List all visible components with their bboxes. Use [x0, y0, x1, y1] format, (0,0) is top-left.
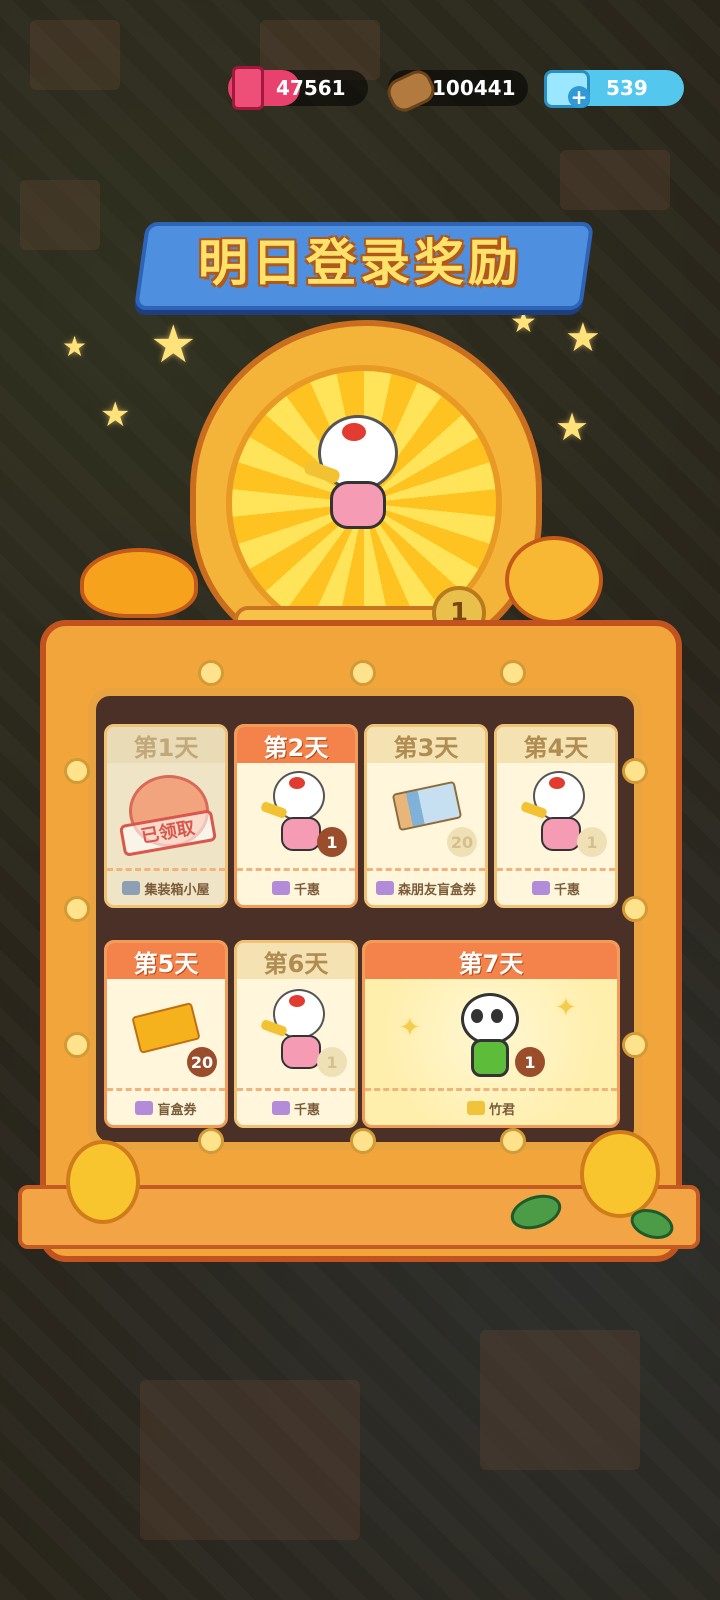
day-label: 第3天 [367, 727, 485, 763]
day-label: 第4天 [497, 727, 615, 763]
star-icon: ★ [100, 395, 131, 435]
wood-currency[interactable]: 100441 [382, 65, 528, 117]
star-icon: ★ [555, 405, 590, 449]
crown-icon [271, 881, 290, 895]
star-icon: ★ [510, 305, 537, 340]
crown-icon [122, 881, 141, 895]
blind-box-ticket-icon [131, 1002, 201, 1054]
day-label: 第1天 [107, 727, 225, 763]
chick-mascot-icon [66, 1140, 140, 1224]
crown-icon [135, 1101, 154, 1115]
day-card-3[interactable]: 第3天 20 森朋友盲盒券 [364, 724, 488, 908]
day-label: 第5天 [107, 943, 225, 979]
crown-icon [375, 881, 394, 895]
duck-mascot-icon [505, 536, 603, 624]
gem-currency[interactable]: + 539 [544, 70, 684, 108]
crown-icon [271, 1101, 290, 1115]
day-label: 第2天 [237, 727, 355, 763]
crown-icon [531, 881, 550, 895]
chick-mascot-icon [580, 1130, 660, 1218]
day-card-5[interactable]: 第5天 20 盲盒券 [104, 940, 228, 1128]
day-label: 第7天 [365, 943, 617, 979]
ink-bottle-icon [232, 66, 264, 110]
crown-icon [466, 1101, 485, 1115]
page-title: 明日登录奖励 [198, 234, 522, 292]
day-card-2[interactable]: 第2天 1 千惠 [234, 724, 358, 908]
featured-bird-icon [300, 415, 410, 535]
ink-currency[interactable]: 47561 [228, 66, 368, 110]
sparkle-icon: ✦ [399, 1013, 421, 1043]
day-card-6[interactable]: 第6天 1 千惠 [234, 940, 358, 1128]
star-icon: ★ [150, 315, 197, 375]
day-label: 第6天 [237, 943, 355, 979]
duck-mascot-icon [80, 548, 198, 618]
star-icon: ★ [62, 330, 88, 363]
panda-icon [457, 993, 519, 1077]
day-card-7[interactable]: 第7天 1 ✦ ✦ 竹君 [362, 940, 620, 1128]
star-icon: ★ [565, 315, 601, 361]
sparkle-icon: ✦ [555, 993, 577, 1023]
day-card-1[interactable]: 第1天 已领取 集装箱小屋 [104, 724, 228, 908]
day-card-4[interactable]: 第4天 1 千惠 [494, 724, 618, 908]
blind-box-ticket-icon [391, 780, 463, 832]
